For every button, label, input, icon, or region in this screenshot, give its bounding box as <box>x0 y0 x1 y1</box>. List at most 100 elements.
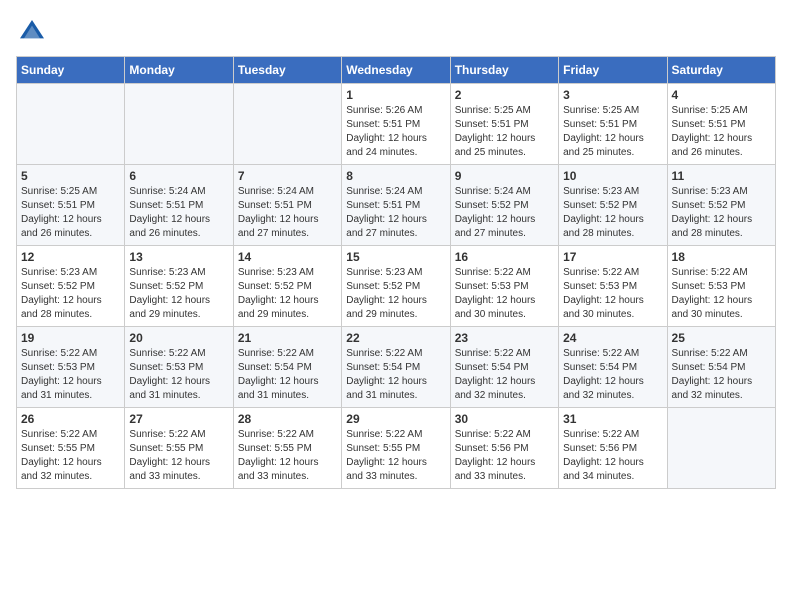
calendar-cell: 16Sunrise: 5:22 AM Sunset: 5:53 PM Dayli… <box>450 246 558 327</box>
calendar-cell: 4 Sunrise: 5:25 AM Sunset: 5:51 PM Daylig… <box>667 84 775 165</box>
day-number: 27 <box>129 412 228 426</box>
calendar-cell: 27 Sunrise: 5:22 AM Sunset: 5:55 PM Dayli… <box>125 408 233 489</box>
weekday-header-friday: Friday <box>559 57 667 84</box>
calendar-cell: 7 Sunrise: 5:24 AM Sunset: 5:51 PM Daylig… <box>233 165 341 246</box>
day-info: Sunrise: 5:22 AM Sunset: 5:54 PM Dayligh… <box>238 347 337 403</box>
calendar-cell <box>125 84 233 165</box>
day-info: Sunrise: 5:23 AM Sunset: 5:52 PM Dayligh… <box>21 266 120 322</box>
weekday-header-monday: Monday <box>125 57 233 84</box>
day-number: 14 <box>238 250 337 264</box>
weekday-header-tuesday: Tuesday <box>233 57 341 84</box>
day-number: 22 <box>346 331 445 345</box>
calendar-cell: 23 Sunrise: 5:22 AM Sunset: 5:54 PM Dayli… <box>450 327 558 408</box>
day-info: Sunrise: 5:25 AM Sunset: 5:51 PM Dayligh… <box>21 185 120 241</box>
weekday-header-sunday: Sunday <box>17 57 125 84</box>
day-info: Sunrise: 5:22 AM Sunset: 5:56 PM Dayligh… <box>455 428 554 484</box>
calendar-cell: 12 Sunrise: 5:23 AM Sunset: 5:52 PM Dayli… <box>17 246 125 327</box>
weekday-header-wednesday: Wednesday <box>342 57 450 84</box>
week-row-5: 26 Sunrise: 5:22 AM Sunset: 5:55 PM Dayli… <box>17 408 776 489</box>
calendar-cell: 5 Sunrise: 5:25 AM Sunset: 5:51 PM Daylig… <box>17 165 125 246</box>
calendar-cell: 13 Sunrise: 5:23 AM Sunset: 5:52 PM Dayli… <box>125 246 233 327</box>
day-number: 2 <box>455 88 554 102</box>
day-info: Sunrise: 5:25 AM Sunset: 5:51 PM Dayligh… <box>672 104 771 160</box>
day-info: Sunrise: 5:22 AM Sunset: 5:53 PM Dayligh… <box>455 266 554 322</box>
calendar-cell: 9 Sunrise: 5:24 AM Sunset: 5:52 PM Daylig… <box>450 165 558 246</box>
day-info: Sunrise: 5:24 AM Sunset: 5:51 PM Dayligh… <box>346 185 445 241</box>
day-number: 28 <box>238 412 337 426</box>
weekday-header-row: SundayMondayTuesdayWednesdayThursdayFrid… <box>17 57 776 84</box>
day-info: Sunrise: 5:22 AM Sunset: 5:53 PM Dayligh… <box>563 266 662 322</box>
day-info: Sunrise: 5:22 AM Sunset: 5:53 PM Dayligh… <box>672 266 771 322</box>
day-number: 12 <box>21 250 120 264</box>
calendar-cell <box>233 84 341 165</box>
day-info: Sunrise: 5:23 AM Sunset: 5:52 PM Dayligh… <box>672 185 771 241</box>
day-number: 18 <box>672 250 771 264</box>
logo-icon <box>16 16 48 48</box>
day-info: Sunrise: 5:23 AM Sunset: 5:52 PM Dayligh… <box>563 185 662 241</box>
day-number: 21 <box>238 331 337 345</box>
day-number: 29 <box>346 412 445 426</box>
day-number: 31 <box>563 412 662 426</box>
day-info: Sunrise: 5:22 AM Sunset: 5:53 PM Dayligh… <box>21 347 120 403</box>
calendar-cell: 18 Sunrise: 5:22 AM Sunset: 5:53 PM Dayli… <box>667 246 775 327</box>
calendar-cell: 1Sunrise: 5:26 AM Sunset: 5:51 PM Daylig… <box>342 84 450 165</box>
week-row-1: 1Sunrise: 5:26 AM Sunset: 5:51 PM Daylig… <box>17 84 776 165</box>
week-row-3: 12 Sunrise: 5:23 AM Sunset: 5:52 PM Dayli… <box>17 246 776 327</box>
weekday-header-saturday: Saturday <box>667 57 775 84</box>
day-number: 10 <box>563 169 662 183</box>
calendar-cell: 28Sunrise: 5:22 AM Sunset: 5:55 PM Dayli… <box>233 408 341 489</box>
day-number: 9 <box>455 169 554 183</box>
calendar-cell: 21 Sunrise: 5:22 AM Sunset: 5:54 PM Dayli… <box>233 327 341 408</box>
day-number: 24 <box>563 331 662 345</box>
calendar-cell: 22 Sunrise: 5:22 AM Sunset: 5:54 PM Dayli… <box>342 327 450 408</box>
calendar-cell: 14 Sunrise: 5:23 AM Sunset: 5:52 PM Dayli… <box>233 246 341 327</box>
week-row-2: 5 Sunrise: 5:25 AM Sunset: 5:51 PM Daylig… <box>17 165 776 246</box>
day-number: 4 <box>672 88 771 102</box>
calendar-cell: 2 Sunrise: 5:25 AM Sunset: 5:51 PM Daylig… <box>450 84 558 165</box>
logo <box>16 16 52 48</box>
day-number: 15 <box>346 250 445 264</box>
day-number: 1 <box>346 88 445 102</box>
calendar-cell: 19Sunrise: 5:22 AM Sunset: 5:53 PM Dayli… <box>17 327 125 408</box>
day-number: 25 <box>672 331 771 345</box>
day-number: 13 <box>129 250 228 264</box>
day-info: Sunrise: 5:24 AM Sunset: 5:52 PM Dayligh… <box>455 185 554 241</box>
calendar-cell: 20 Sunrise: 5:22 AM Sunset: 5:53 PM Dayli… <box>125 327 233 408</box>
calendar-cell: 8 Sunrise: 5:24 AM Sunset: 5:51 PM Daylig… <box>342 165 450 246</box>
day-number: 7 <box>238 169 337 183</box>
calendar-cell: 30 Sunrise: 5:22 AM Sunset: 5:56 PM Dayli… <box>450 408 558 489</box>
weekday-header-thursday: Thursday <box>450 57 558 84</box>
day-info: Sunrise: 5:22 AM Sunset: 5:55 PM Dayligh… <box>21 428 120 484</box>
day-number: 6 <box>129 169 228 183</box>
day-info: Sunrise: 5:24 AM Sunset: 5:51 PM Dayligh… <box>238 185 337 241</box>
day-info: Sunrise: 5:23 AM Sunset: 5:52 PM Dayligh… <box>238 266 337 322</box>
day-number: 20 <box>129 331 228 345</box>
day-number: 8 <box>346 169 445 183</box>
calendar-cell <box>17 84 125 165</box>
day-info: Sunrise: 5:22 AM Sunset: 5:53 PM Dayligh… <box>129 347 228 403</box>
calendar-table: SundayMondayTuesdayWednesdayThursdayFrid… <box>16 56 776 489</box>
day-number: 23 <box>455 331 554 345</box>
day-info: Sunrise: 5:25 AM Sunset: 5:51 PM Dayligh… <box>455 104 554 160</box>
calendar-cell: 26 Sunrise: 5:22 AM Sunset: 5:55 PM Dayli… <box>17 408 125 489</box>
calendar-cell: 25Sunrise: 5:22 AM Sunset: 5:54 PM Dayli… <box>667 327 775 408</box>
week-row-4: 19Sunrise: 5:22 AM Sunset: 5:53 PM Dayli… <box>17 327 776 408</box>
day-number: 30 <box>455 412 554 426</box>
day-info: Sunrise: 5:23 AM Sunset: 5:52 PM Dayligh… <box>129 266 228 322</box>
day-info: Sunrise: 5:22 AM Sunset: 5:55 PM Dayligh… <box>346 428 445 484</box>
calendar-cell: 11 Sunrise: 5:23 AM Sunset: 5:52 PM Dayli… <box>667 165 775 246</box>
calendar-cell: 3 Sunrise: 5:25 AM Sunset: 5:51 PM Daylig… <box>559 84 667 165</box>
day-number: 11 <box>672 169 771 183</box>
day-info: Sunrise: 5:25 AM Sunset: 5:51 PM Dayligh… <box>563 104 662 160</box>
calendar-cell: 6Sunrise: 5:24 AM Sunset: 5:51 PM Daylig… <box>125 165 233 246</box>
day-number: 3 <box>563 88 662 102</box>
day-number: 17 <box>563 250 662 264</box>
day-number: 26 <box>21 412 120 426</box>
calendar-cell: 29 Sunrise: 5:22 AM Sunset: 5:55 PM Dayli… <box>342 408 450 489</box>
day-info: Sunrise: 5:22 AM Sunset: 5:54 PM Dayligh… <box>346 347 445 403</box>
day-info: Sunrise: 5:22 AM Sunset: 5:55 PM Dayligh… <box>129 428 228 484</box>
day-number: 5 <box>21 169 120 183</box>
day-info: Sunrise: 5:23 AM Sunset: 5:52 PM Dayligh… <box>346 266 445 322</box>
day-info: Sunrise: 5:22 AM Sunset: 5:56 PM Dayligh… <box>563 428 662 484</box>
day-info: Sunrise: 5:22 AM Sunset: 5:54 PM Dayligh… <box>455 347 554 403</box>
